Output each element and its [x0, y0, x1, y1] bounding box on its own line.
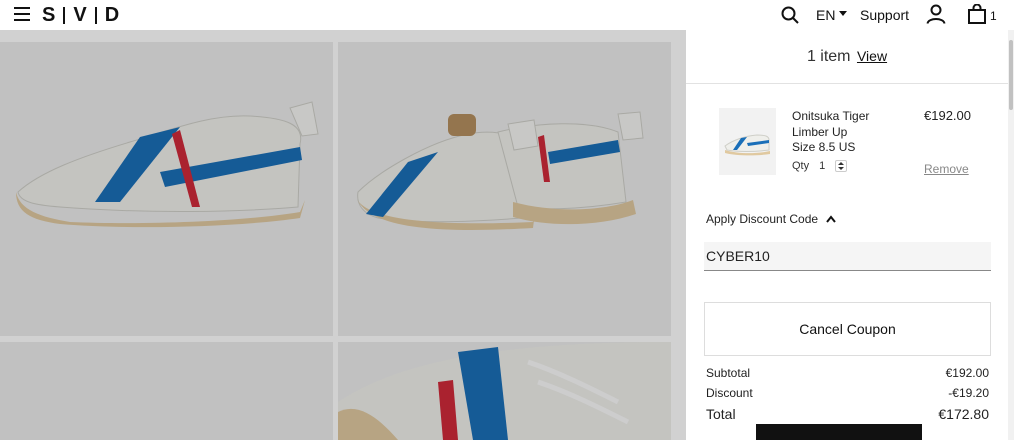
cart-item-name[interactable]: Onitsuka Tiger Limber Up: [792, 108, 902, 140]
total-row: Total €172.80: [706, 406, 989, 422]
checkout-button[interactable]: [756, 424, 922, 440]
cart-item-count: 1 item: [806, 48, 851, 65]
logo-letter-s: S: [42, 4, 56, 26]
account-icon[interactable]: [926, 4, 946, 24]
subtotal-label: Subtotal: [706, 366, 751, 380]
scrollbar-thumb[interactable]: [1009, 40, 1013, 110]
support-link[interactable]: Support: [860, 7, 909, 23]
shopping-bag-icon[interactable]: [967, 4, 987, 24]
logo-letter-d: D: [104, 4, 120, 26]
discount-code-input[interactable]: [704, 242, 991, 271]
discount-value: -€19.20: [948, 386, 989, 400]
remove-item-button[interactable]: Remove: [924, 162, 969, 176]
cart-item-qty: Qty 1: [792, 160, 848, 172]
menu-icon[interactable]: [14, 7, 30, 21]
caret-down-icon: [839, 10, 848, 16]
discount-row: Discount -€19.20: [706, 386, 989, 400]
shoe-thumbnail: [724, 134, 770, 156]
chevron-up-icon: [826, 215, 836, 223]
subtotal-row: Subtotal €192.00: [706, 366, 989, 380]
logo-letter-v: V: [73, 4, 87, 26]
bag-count: 1: [990, 9, 997, 23]
cart-item-thumbnail[interactable]: [719, 108, 776, 175]
page-overlay[interactable]: [0, 30, 686, 440]
qty-label: Qty: [792, 160, 810, 172]
search-icon[interactable]: [781, 6, 799, 24]
subtotal-value: €192.00: [945, 366, 989, 380]
cart-header: 1 item View: [686, 42, 1008, 84]
discount-label: Discount: [706, 386, 753, 400]
discount-toggle-label: Apply Discount Code: [706, 212, 819, 226]
view-cart-link[interactable]: View: [857, 48, 887, 64]
site-header: S V D EN Support 1: [0, 0, 1014, 30]
qty-stepper-icon[interactable]: [835, 160, 848, 172]
language-label: EN: [816, 7, 836, 23]
discount-code-toggle[interactable]: Apply Discount Code: [706, 212, 836, 226]
cart-item-price: €192.00: [924, 108, 971, 123]
total-label: Total: [706, 406, 736, 422]
cancel-coupon-button[interactable]: Cancel Coupon: [704, 302, 991, 356]
qty-value[interactable]: 1: [819, 160, 825, 172]
total-value: €172.80: [938, 406, 989, 422]
logo[interactable]: S V D: [42, 4, 119, 27]
language-selector[interactable]: EN: [816, 7, 848, 23]
cart-item-size: Size 8.5 US: [792, 140, 856, 154]
cart-drawer: 1 item View Onitsuka Tiger Limber Up Siz…: [686, 42, 1008, 440]
drawer-scrollbar[interactable]: [1008, 30, 1014, 440]
